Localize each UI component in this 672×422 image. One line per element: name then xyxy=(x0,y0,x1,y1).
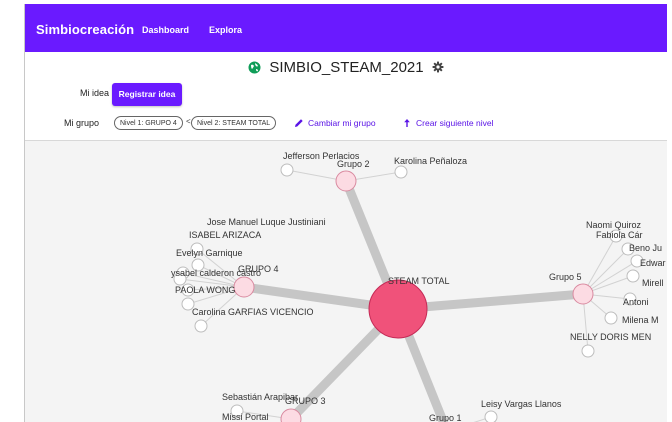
member-label: Carolina GARFIAS VICENCIO xyxy=(192,307,314,317)
project-title: SIMBIO_STEAM_2021 xyxy=(269,58,424,76)
hub-node-steam-total[interactable] xyxy=(368,279,428,339)
member-label: Leisy Vargas Llanos xyxy=(481,399,562,409)
member-label: Antoni xyxy=(623,297,649,307)
member-node[interactable] xyxy=(280,163,294,177)
arrow-up-icon xyxy=(404,119,410,127)
member-node[interactable] xyxy=(626,269,640,283)
gear-icon[interactable] xyxy=(432,61,444,73)
chip-level-2[interactable]: Nivel 2: STEAM TOTAL xyxy=(191,116,277,130)
create-next-level-button[interactable]: Crear siguiente nivel xyxy=(402,118,493,128)
app-window: Simbiocreación Dashboard Explora SIMBIO_… xyxy=(24,4,667,422)
app-bar: Simbiocreación Dashboard Explora xyxy=(25,4,667,52)
member-label: Milena M xyxy=(622,315,659,325)
my-group-label: Mi grupo xyxy=(64,118,100,128)
change-group-label: Cambiar mi grupo xyxy=(308,118,376,128)
group-network-graph[interactable]: STEAM TOTAL Jefferson Perlacios Grupo 2 … xyxy=(25,141,667,422)
pencil-icon xyxy=(295,119,303,127)
brand-logo[interactable]: Simbiocreación xyxy=(36,22,134,37)
group-label: GRUPO 3 xyxy=(285,396,326,406)
register-idea-button[interactable]: Registrar idea xyxy=(112,83,182,106)
member-label: Mirell xyxy=(642,278,664,288)
chip-separator: < xyxy=(186,117,191,126)
member-label: Missi Portal xyxy=(222,412,269,422)
member-label: Evelyn Garnique xyxy=(176,248,243,258)
member-label: ysabel calderon castro xyxy=(171,268,261,278)
member-label: Edwar xyxy=(640,258,666,268)
group-label: Grupo 5 xyxy=(549,272,582,282)
member-node[interactable] xyxy=(604,311,618,325)
change-group-button[interactable]: Cambiar mi grupo xyxy=(294,118,376,128)
member-label: Karolina Peñaloza xyxy=(394,156,467,166)
member-label: NELLY DORIS MEN xyxy=(570,332,651,342)
member-label: PAOLA WONG xyxy=(175,285,235,295)
group-label: Grupo 2 xyxy=(337,159,370,169)
page-title: SIMBIO_STEAM_2021 xyxy=(25,58,667,76)
member-label: ISABEL ARIZACA xyxy=(189,230,261,240)
group-node-grupo-4[interactable] xyxy=(233,276,255,298)
member-node[interactable] xyxy=(394,165,408,179)
member-label: Naomi Quiroz xyxy=(586,220,642,230)
chip-level-1[interactable]: Nivel 1: GRUPO 4 xyxy=(114,116,183,130)
hub-label: STEAM TOTAL xyxy=(388,276,450,286)
project-panel: SIMBIO_STEAM_2021 Mi idea Registrar idea… xyxy=(25,52,667,141)
globe-icon xyxy=(248,61,261,74)
member-label: Beno Ju xyxy=(629,243,662,253)
nav-dashboard[interactable]: Dashboard xyxy=(142,25,189,35)
member-label: Fabiola Cár xyxy=(596,230,643,240)
member-node[interactable] xyxy=(581,344,595,358)
network-svg: STEAM TOTAL Jefferson Perlacios Grupo 2 … xyxy=(171,151,666,422)
nav-explora[interactable]: Explora xyxy=(209,25,242,35)
create-next-level-label: Crear siguiente nivel xyxy=(416,118,494,128)
my-idea-label: Mi idea xyxy=(80,88,110,98)
member-label: Jose Manuel Luque Justiniani xyxy=(207,217,326,227)
member-node[interactable] xyxy=(194,319,208,333)
member-node[interactable] xyxy=(484,410,498,422)
group-node-grupo-2[interactable] xyxy=(335,170,357,192)
group-label: Grupo 1 xyxy=(429,413,462,422)
group-node-grupo-5[interactable] xyxy=(572,283,594,305)
